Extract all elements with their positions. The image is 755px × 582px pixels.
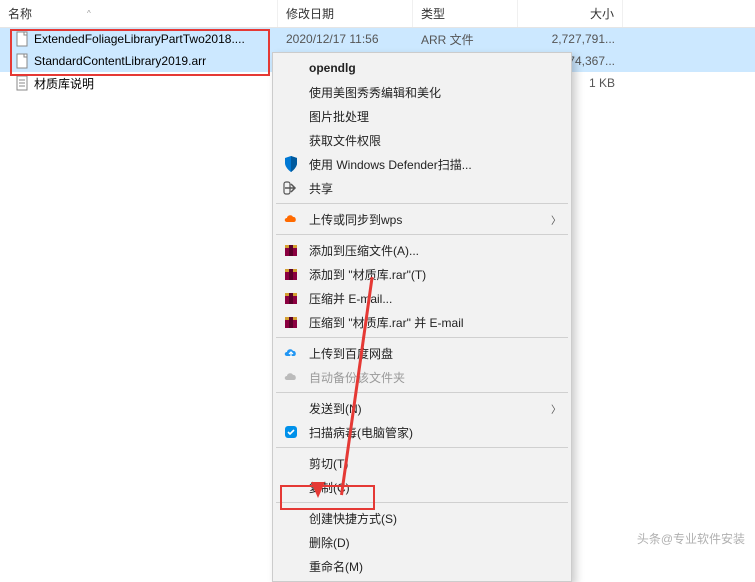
menu-shortcut[interactable]: 创建快捷方式(S)	[275, 506, 569, 530]
menu-label: 重命名(M)	[309, 558, 561, 575]
cloud-icon	[281, 367, 301, 387]
menu-label: 图片批处理	[309, 108, 561, 125]
menu-label: 添加到压缩文件(A)...	[309, 242, 561, 259]
menu-separator	[276, 392, 568, 393]
menu-label: 创建快捷方式(S)	[309, 510, 561, 527]
menu-label: 添加到 "材质库.rar"(T)	[309, 266, 561, 283]
rar-icon	[281, 240, 301, 260]
menu-label: 删除(D)	[309, 534, 561, 551]
menu-label: 复制(C)	[309, 479, 561, 496]
menu-label: 获取文件权限	[309, 132, 561, 149]
menu-send-to[interactable]: 发送到(N)〉	[275, 396, 569, 420]
text-file-icon	[14, 75, 30, 91]
file-icon	[14, 53, 30, 69]
menu-label: 使用美图秀秀编辑和美化	[309, 84, 561, 101]
menu-batch[interactable]: 图片批处理	[275, 104, 569, 128]
menu-label: 压缩到 "材质库.rar" 并 E-mail	[309, 314, 561, 331]
menu-defender[interactable]: 使用 Windows Defender扫描...	[275, 152, 569, 176]
menu-rar-add[interactable]: 添加到压缩文件(A)...	[275, 238, 569, 262]
cloud-up-icon	[281, 343, 301, 363]
menu-meitu[interactable]: 使用美图秀秀编辑和美化	[275, 80, 569, 104]
watermark: 头条@专业软件安装	[637, 530, 745, 547]
scan-icon	[281, 422, 301, 442]
shield-icon	[281, 154, 301, 174]
menu-label: opendlg	[309, 61, 561, 75]
menu-opendlg[interactable]: opendlg	[275, 56, 569, 80]
menu-separator	[276, 234, 568, 235]
rar-icon	[281, 288, 301, 308]
menu-rar-add-to[interactable]: 添加到 "材质库.rar"(T)	[275, 262, 569, 286]
column-headers: 名称 ^ 修改日期 类型 大小	[0, 0, 755, 28]
file-name: StandardContentLibrary2019.arr	[34, 54, 206, 68]
col-header-date[interactable]: 修改日期	[278, 0, 413, 27]
file-row[interactable]: ExtendedFoliageLibraryPartTwo2018.... 20…	[0, 28, 755, 50]
menu-label: 发送到(N)	[309, 400, 551, 417]
menu-auto-backup: 自动备份该文件夹	[275, 365, 569, 389]
menu-baidu[interactable]: 上传到百度网盘	[275, 341, 569, 365]
col-header-type[interactable]: 类型	[413, 0, 518, 27]
menu-separator	[276, 203, 568, 204]
menu-label: 上传或同步到wps	[309, 211, 551, 228]
file-name: 材质库说明	[34, 75, 94, 92]
menu-cut[interactable]: 剪切(T)	[275, 451, 569, 475]
menu-label: 扫描病毒(电脑管家)	[309, 424, 561, 441]
menu-label: 自动备份该文件夹	[309, 369, 561, 386]
menu-separator	[276, 447, 568, 448]
file-type: ARR 文件	[413, 31, 518, 48]
menu-label: 上传到百度网盘	[309, 345, 561, 362]
menu-label: 共享	[309, 180, 561, 197]
col-header-size[interactable]: 大小	[518, 0, 623, 27]
file-name: ExtendedFoliageLibraryPartTwo2018....	[34, 32, 245, 46]
menu-perm[interactable]: 获取文件权限	[275, 128, 569, 152]
col-header-name[interactable]: 名称 ^	[0, 0, 278, 27]
context-menu: opendlg 使用美图秀秀编辑和美化 图片批处理 获取文件权限 使用 Wind…	[272, 52, 572, 582]
file-size: 2,727,791...	[518, 32, 623, 46]
cloud-icon	[281, 209, 301, 229]
menu-scan-virus[interactable]: 扫描病毒(电脑管家)	[275, 420, 569, 444]
menu-separator	[276, 337, 568, 338]
menu-wps[interactable]: 上传或同步到wps〉	[275, 207, 569, 231]
menu-rename[interactable]: 重命名(M)	[275, 554, 569, 578]
chevron-right-icon: 〉	[551, 212, 561, 227]
annotation-arrow-head	[311, 482, 325, 498]
menu-separator	[276, 502, 568, 503]
menu-delete[interactable]: 删除(D)	[275, 530, 569, 554]
menu-share[interactable]: 共享	[275, 176, 569, 200]
col-name-label: 名称	[8, 5, 32, 22]
sort-indicator-icon: ^	[87, 9, 91, 18]
menu-label: 使用 Windows Defender扫描...	[309, 156, 561, 173]
rar-icon	[281, 312, 301, 332]
share-icon	[281, 178, 301, 198]
file-icon	[14, 31, 30, 47]
file-date: 2020/12/17 11:56	[278, 32, 413, 46]
menu-label: 压缩并 E-mail...	[309, 290, 561, 307]
menu-rar-email-to[interactable]: 压缩到 "材质库.rar" 并 E-mail	[275, 310, 569, 334]
chevron-right-icon: 〉	[551, 401, 561, 416]
menu-rar-email[interactable]: 压缩并 E-mail...	[275, 286, 569, 310]
rar-icon	[281, 264, 301, 284]
